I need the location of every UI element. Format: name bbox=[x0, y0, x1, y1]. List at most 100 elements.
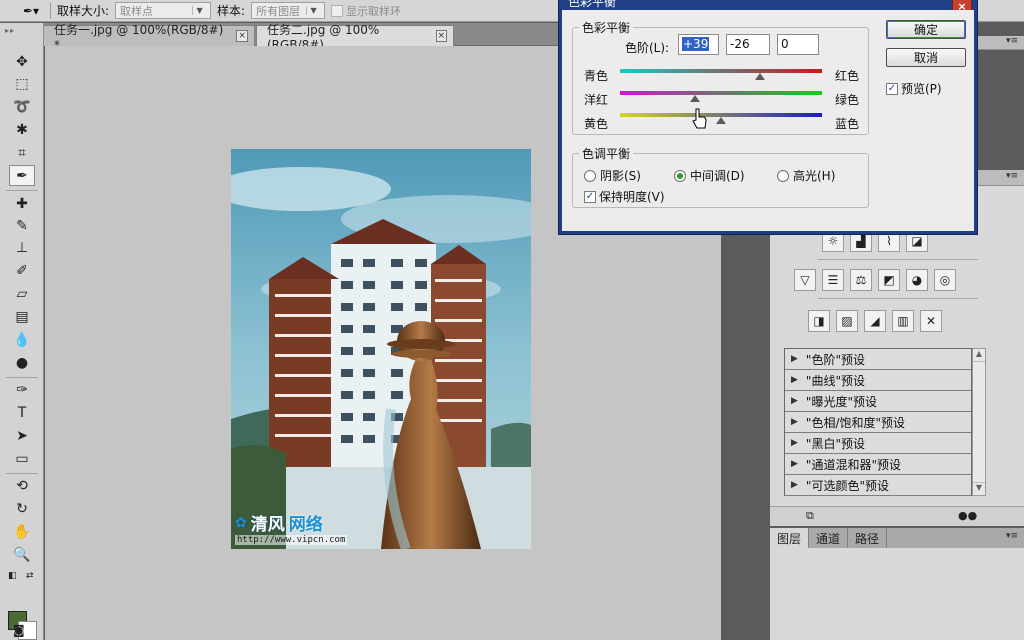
level-cyan-red-input[interactable]: +39 bbox=[678, 34, 719, 55]
posterize-icon[interactable]: ▨ bbox=[836, 310, 858, 332]
expand-triangle-icon[interactable]: ▶ bbox=[791, 480, 798, 490]
close-icon[interactable]: × bbox=[435, 30, 447, 42]
toolbox-grip[interactable]: ▸▸ bbox=[0, 23, 43, 45]
type-tool-icon[interactable]: T bbox=[9, 402, 35, 423]
scroll-up-icon[interactable]: ▲ bbox=[973, 349, 985, 362]
chevron-down-icon: ▼ bbox=[192, 6, 206, 15]
preset-item[interactable]: ▶ "色相/饱和度"预设 bbox=[785, 412, 971, 433]
invert-icon[interactable]: ◨ bbox=[808, 310, 830, 332]
level-magenta-green-input[interactable]: -26 bbox=[726, 34, 770, 55]
watermark-logo-icon: ✿ bbox=[235, 514, 247, 531]
blur-tool-icon[interactable]: 💧 bbox=[9, 329, 35, 350]
scroll-down-icon[interactable]: ▼ bbox=[973, 482, 985, 495]
preset-item[interactable]: ▶ "曲线"预设 bbox=[785, 370, 971, 391]
close-icon[interactable]: × bbox=[236, 30, 248, 42]
expand-triangle-icon[interactable]: ▶ bbox=[791, 459, 798, 469]
show-sampling-ring-checkbox[interactable]: 显示取样环 bbox=[331, 3, 401, 19]
tab-channels[interactable]: 通道 bbox=[809, 528, 849, 548]
preset-item[interactable]: ▶ "黑白"预设 bbox=[785, 433, 971, 454]
path-selection-tool-icon[interactable]: ➤ bbox=[9, 425, 35, 446]
pen-tool-icon[interactable]: ✑ bbox=[9, 379, 35, 400]
move-tool-icon[interactable]: ✥ bbox=[9, 51, 35, 72]
highlights-radio[interactable]: 高光(H) bbox=[777, 167, 835, 184]
threshold-icon[interactable]: ◢ bbox=[864, 310, 886, 332]
slider-right-label: 绿色 bbox=[835, 93, 860, 107]
slider-left-label: 青色 bbox=[584, 69, 609, 83]
vibrance-icon[interactable]: ▽ bbox=[794, 269, 816, 291]
preset-item[interactable]: ▶ "可选颜色"预设 bbox=[785, 475, 971, 496]
3d-rotate-tool-icon[interactable]: ⟲ bbox=[9, 475, 35, 496]
hand-tool-icon[interactable]: ✋ bbox=[9, 521, 35, 542]
tab-layers[interactable]: 图层 bbox=[770, 528, 810, 548]
sample-select[interactable]: 所有图层 ▼ bbox=[251, 2, 326, 19]
sample-value: 所有图层 bbox=[256, 4, 301, 18]
eyedropper-preset-icon[interactable]: ✒▾ bbox=[18, 2, 44, 20]
tab-task-two[interactable]: 任务二.jpg @ 100%(RGB/8#) × bbox=[256, 23, 454, 52]
quick-mask-icon[interactable]: ◙ bbox=[13, 623, 25, 637]
gradient-map-icon[interactable]: ▥ bbox=[892, 310, 914, 332]
preset-label: "色阶"预设 bbox=[805, 352, 865, 367]
expand-triangle-icon[interactable]: ▶ bbox=[791, 375, 798, 385]
panel-menu-icon[interactable]: ▾≡ bbox=[1006, 36, 1018, 46]
preview-checkbox[interactable]: ✓ 预览(P) bbox=[886, 80, 942, 97]
watermark-brand-b: 网络 bbox=[288, 515, 323, 535]
cyan-red-slider[interactable] bbox=[620, 69, 822, 73]
magic-wand-tool-icon[interactable]: ✱ bbox=[9, 119, 35, 140]
channel-mixer-icon[interactable]: ◎ bbox=[934, 269, 956, 291]
default-colors-icon[interactable]: ◧ bbox=[8, 571, 17, 581]
expand-triangle-icon[interactable]: ▶ bbox=[791, 354, 798, 364]
level-yellow-blue-input[interactable]: 0 bbox=[777, 34, 819, 55]
crop-tool-icon[interactable]: ⌗ bbox=[9, 142, 35, 163]
ok-button[interactable]: 确定 bbox=[886, 20, 966, 39]
dialog-title[interactable]: 色彩平衡 bbox=[562, 0, 974, 10]
slider-left-label: 洋红 bbox=[584, 93, 609, 107]
preset-item[interactable]: ▶ "色阶"预设 bbox=[785, 349, 971, 370]
lasso-tool-icon[interactable]: ➰ bbox=[9, 96, 35, 117]
color-balance-icon[interactable]: ⚖ bbox=[850, 269, 872, 291]
expand-triangle-icon[interactable]: ▶ bbox=[791, 417, 798, 427]
gradient-tool-icon[interactable]: ▤ bbox=[9, 306, 35, 327]
document-image[interactable]: ✿ 清风 网络 http://www.vipcn.com bbox=[231, 149, 531, 549]
preserve-luminosity-checkbox[interactable]: ✓ 保持明度(V) bbox=[584, 188, 665, 205]
eyedropper-tool-icon[interactable]: ✒ bbox=[9, 165, 35, 186]
layer-visibility-icon[interactable]: ●● bbox=[958, 509, 977, 522]
rectangle-tool-icon[interactable]: ▭ bbox=[9, 448, 35, 469]
midtones-radio[interactable]: 中间调(D) bbox=[674, 167, 745, 184]
brush-tool-icon[interactable]: ✎ bbox=[9, 215, 35, 236]
swap-colors-icon[interactable]: ⇄ bbox=[26, 571, 34, 581]
expand-triangle-icon[interactable]: ▶ bbox=[791, 396, 798, 406]
slider-thumb[interactable] bbox=[689, 95, 700, 102]
history-brush-tool-icon[interactable]: ✐ bbox=[9, 260, 35, 281]
3d-orbit-tool-icon[interactable]: ↻ bbox=[9, 498, 35, 519]
preset-item[interactable]: ▶ "曝光度"预设 bbox=[785, 391, 971, 412]
slider-thumb[interactable] bbox=[716, 117, 726, 124]
clone-stamp-tool-icon[interactable]: ⊥ bbox=[9, 237, 35, 258]
shadows-radio[interactable]: 阴影(S) bbox=[584, 167, 641, 184]
photo-filter-icon[interactable]: ◕ bbox=[906, 269, 928, 291]
cancel-button[interactable]: 取消 bbox=[886, 48, 966, 67]
hue-saturation-icon[interactable]: ☰ bbox=[822, 269, 844, 291]
selective-color-icon[interactable]: ✕ bbox=[920, 310, 942, 332]
clip-to-layer-icon[interactable]: ⧉ bbox=[806, 509, 814, 523]
black-white-icon[interactable]: ◩ bbox=[878, 269, 900, 291]
sample-size-value: 取样点 bbox=[120, 4, 154, 18]
healing-brush-tool-icon[interactable]: ✚ bbox=[9, 193, 35, 214]
tab-paths[interactable]: 路径 bbox=[848, 528, 888, 548]
watermark: ✿ 清风 网络 http://www.vipcn.com bbox=[235, 510, 348, 545]
dodge-tool-icon[interactable]: ● bbox=[9, 352, 35, 373]
tab-task-one[interactable]: 任务一.jpg @ 100%(RGB/8#) * × bbox=[43, 23, 255, 52]
slider-right-label: 蓝色 bbox=[835, 117, 860, 131]
expand-triangle-icon[interactable]: ▶ bbox=[791, 438, 798, 448]
presets-scrollbar[interactable]: ▲ ▼ bbox=[972, 348, 986, 496]
preset-item[interactable]: ▶ "通道混和器"预设 bbox=[785, 454, 971, 475]
color-balance-dialog: 色彩平衡 × 色彩平衡 色阶(L): +39 -26 0 青色 红色 洋红 绿色… bbox=[558, 0, 978, 235]
magenta-green-slider[interactable] bbox=[620, 91, 822, 95]
marquee-tool-icon[interactable]: ⬚ bbox=[9, 73, 35, 94]
slider-thumb[interactable] bbox=[755, 73, 766, 80]
radio-circle bbox=[674, 169, 686, 182]
panel-menu-icon[interactable]: ▾≡ bbox=[1006, 171, 1018, 181]
panel-menu-icon[interactable]: ▾≡ bbox=[1006, 528, 1024, 548]
eraser-tool-icon[interactable]: ▱ bbox=[9, 283, 35, 304]
zoom-tool-icon[interactable]: 🔍 bbox=[9, 544, 35, 565]
sample-size-select[interactable]: 取样点 ▼ bbox=[115, 2, 212, 19]
